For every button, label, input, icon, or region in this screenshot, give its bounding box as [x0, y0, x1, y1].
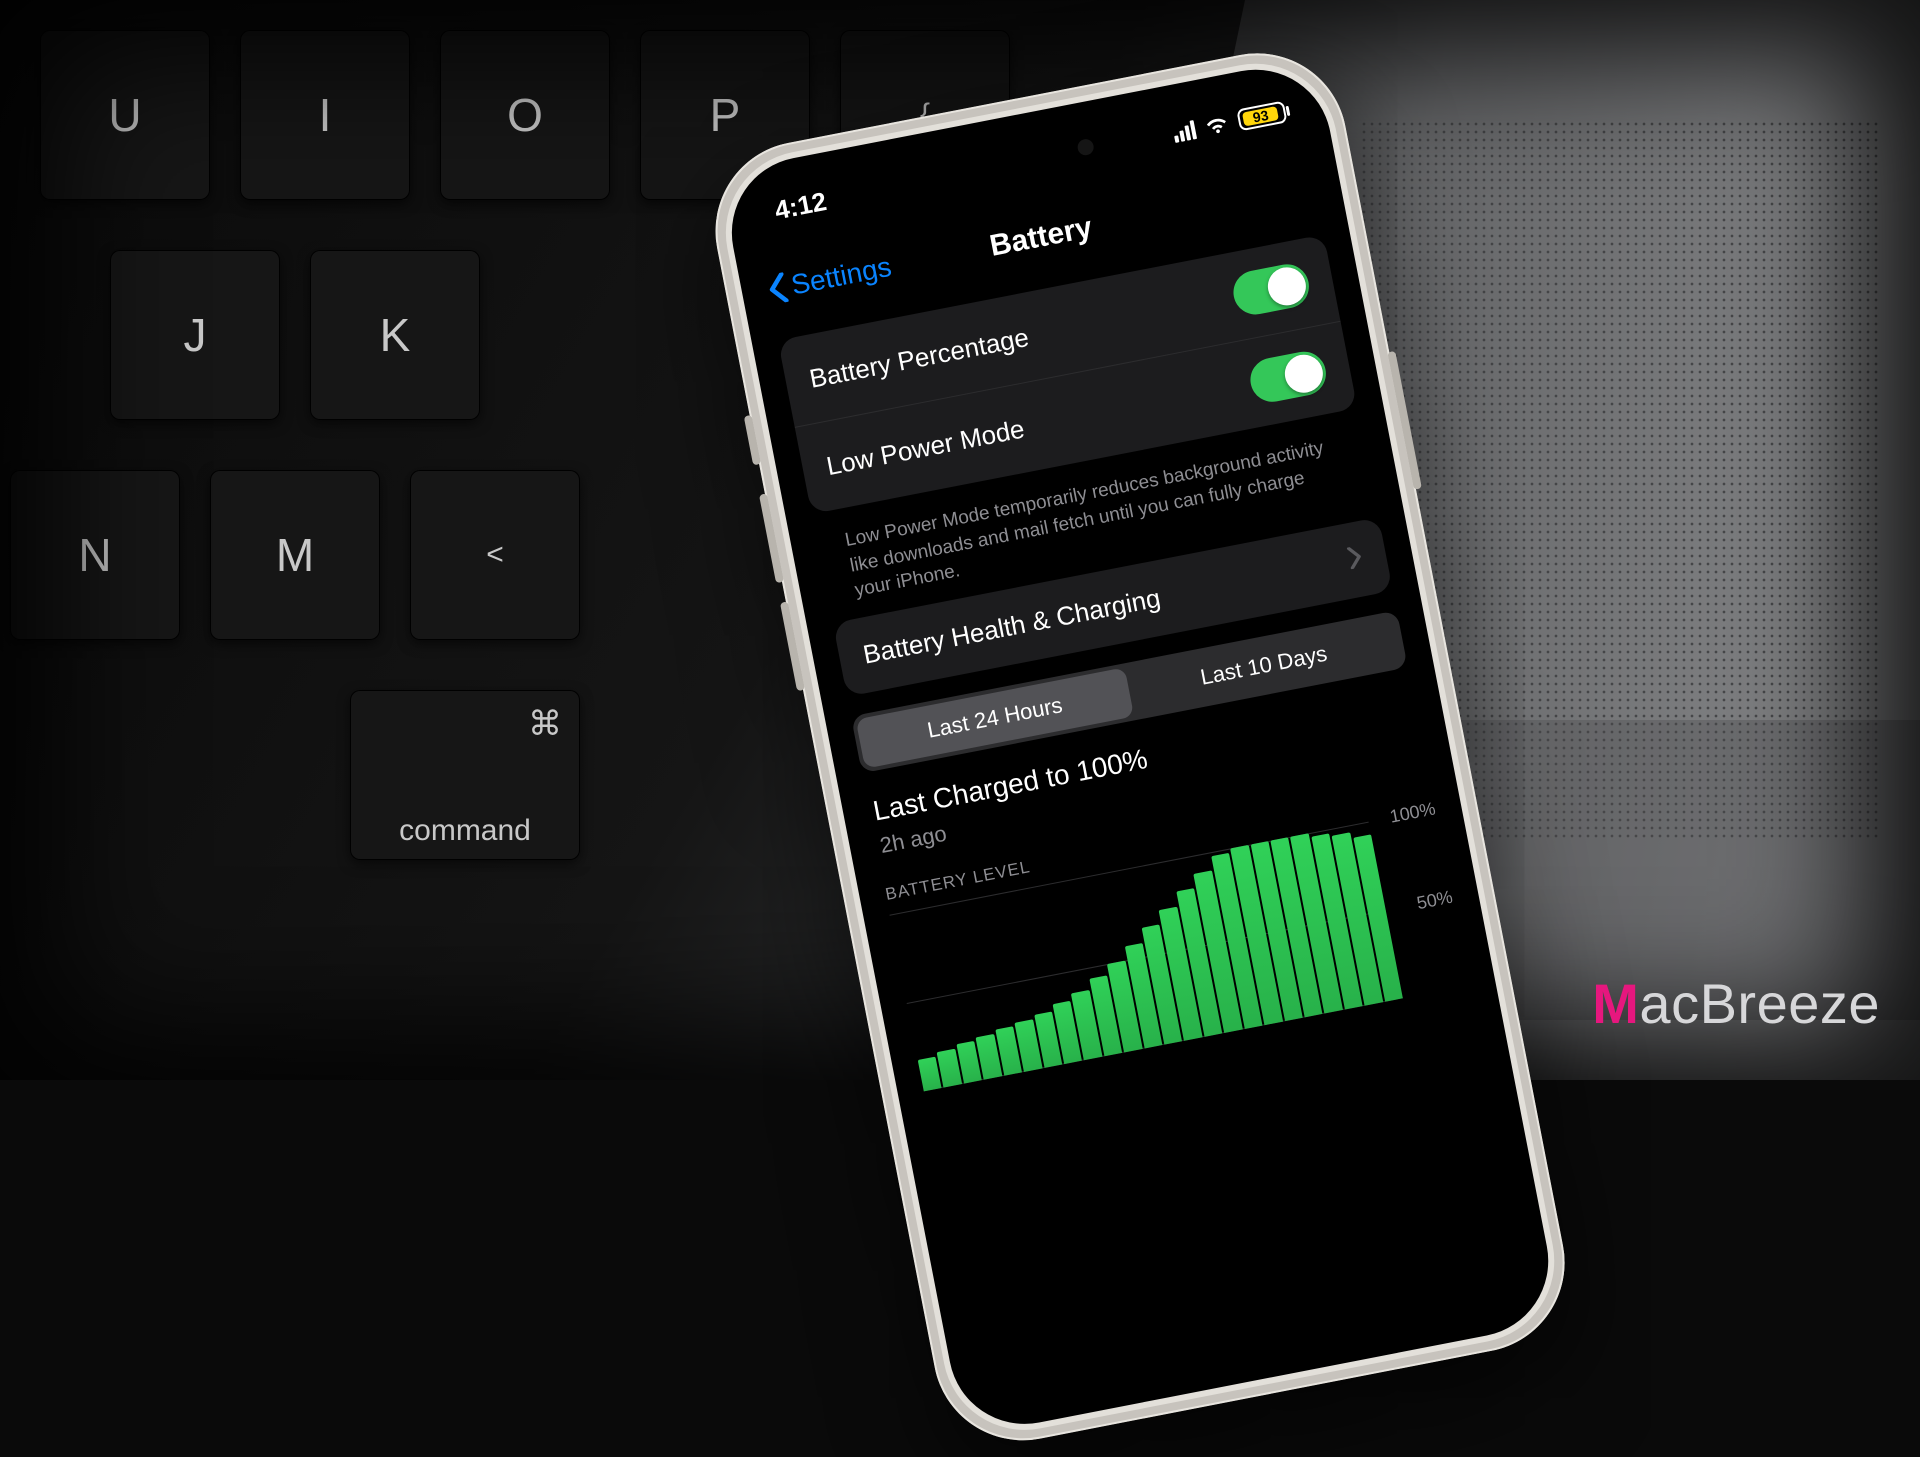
page-title: Battery [987, 211, 1095, 264]
keycap-command: ⌘ command [350, 690, 580, 860]
keycap: U [40, 30, 210, 200]
chevron-left-icon [765, 272, 790, 305]
keycap: J [110, 250, 280, 420]
command-glyph-icon: ⌘ [528, 704, 562, 744]
back-button[interactable]: Settings [765, 251, 894, 306]
y-axis-label: 50% [1415, 887, 1454, 914]
watermark-prefix: M [1592, 972, 1639, 1035]
keycap: < [410, 470, 580, 640]
battery-status-icon: 93 [1236, 101, 1287, 132]
keycap: O [440, 30, 610, 200]
keycap: M [210, 470, 380, 640]
cellular-signal-icon [1172, 120, 1197, 143]
settings-content: Battery Percentage Low Power Mode Low Po… [778, 234, 1470, 1091]
status-time: 4:12 [772, 185, 829, 225]
keycap: I [240, 30, 410, 200]
low-power-mode-toggle[interactable] [1247, 348, 1330, 406]
wifi-icon [1203, 113, 1230, 137]
row-label: Battery Percentage [807, 321, 1031, 394]
chevron-right-icon [1345, 543, 1365, 576]
background-scene: U I O P { J K < N M ⌘ command 4:12 [0, 0, 1920, 1080]
row-label: Low Power Mode [824, 413, 1027, 482]
battery-level-chart: 100% 50% [889, 809, 1469, 1092]
back-label: Settings [789, 251, 894, 302]
keycap: N [10, 470, 180, 640]
battery-percentage-toggle[interactable] [1230, 261, 1313, 319]
watermark-rest: acBreeze [1639, 972, 1880, 1035]
keycap: K [310, 250, 480, 420]
watermark: MacBreeze [1592, 971, 1880, 1036]
